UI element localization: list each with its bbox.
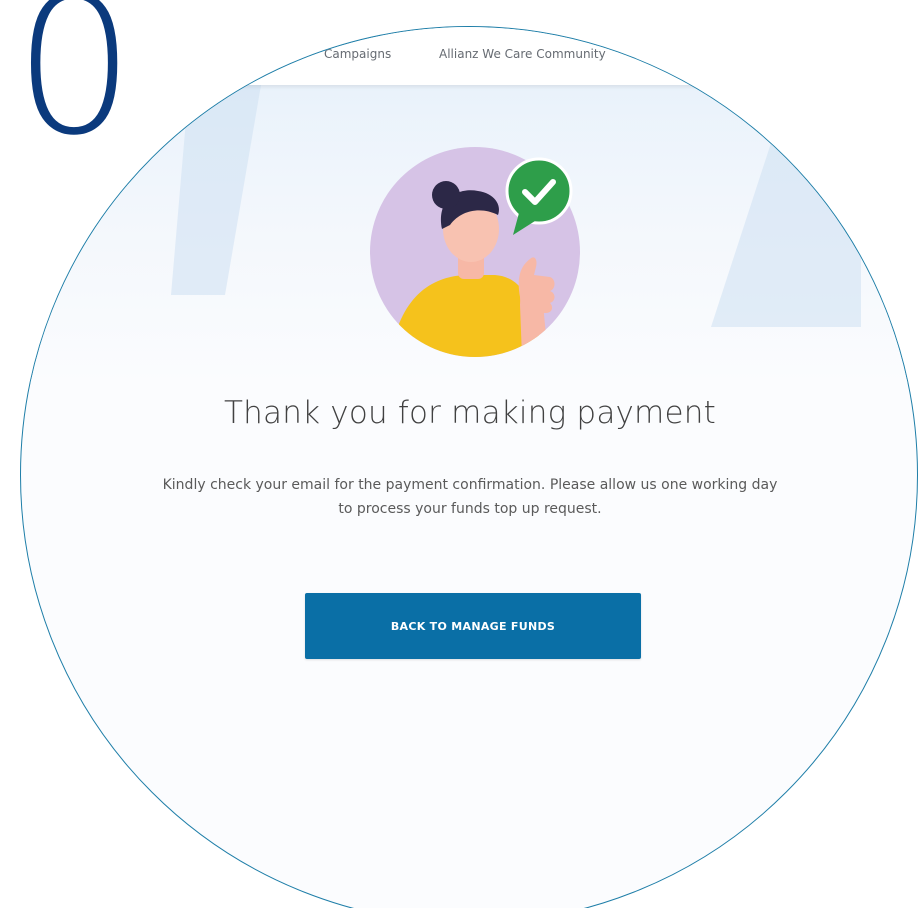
confirmation-message-line-1: Kindly check your email for the payment … xyxy=(162,477,778,493)
nav-link-community[interactable]: Allianz We Care Community xyxy=(439,47,606,61)
step-numeral: 0 xyxy=(14,0,135,177)
nav-link-campaigns[interactable]: Campaigns xyxy=(324,47,391,61)
screenshot-stage: Campaigns Allianz We Care Community Than… xyxy=(0,0,922,908)
top-navigation: Campaigns Allianz We Care Community xyxy=(21,27,917,85)
checkmark-chat-bubble-icon xyxy=(505,157,573,235)
confirmation-title: Thank you for making payment xyxy=(224,395,716,431)
magnifier-lens: Campaigns Allianz We Care Community Than… xyxy=(20,26,918,908)
confirmation-message-line-2: to process your funds top up request. xyxy=(338,501,602,517)
confirmation-message: Kindly check your email for the payment … xyxy=(41,473,899,521)
thumbs-up-hand xyxy=(518,257,555,313)
hair-bun-shape xyxy=(432,181,460,209)
back-to-manage-funds-button[interactable]: BACK TO MANAGE FUNDS xyxy=(305,593,641,659)
